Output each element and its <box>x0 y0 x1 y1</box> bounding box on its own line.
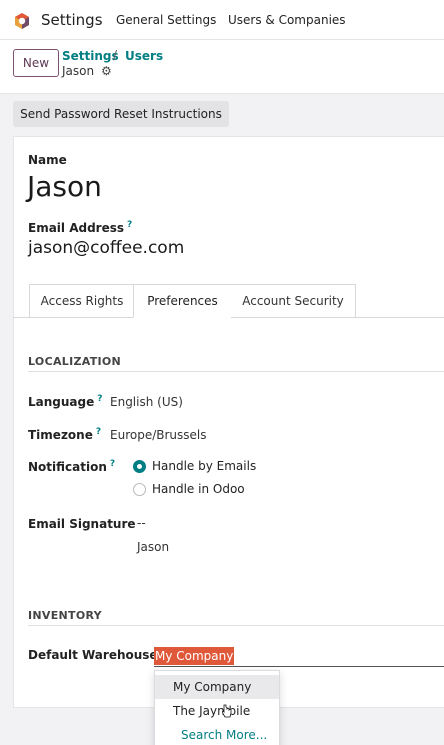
record-name: Jason <box>62 64 95 78</box>
email-help-icon[interactable]: ? <box>127 220 132 230</box>
radio-handle-in-odoo[interactable] <box>133 483 146 496</box>
timezone-help-icon[interactable]: ? <box>96 427 101 437</box>
localization-heading: LOCALIZATION <box>28 355 122 368</box>
breadcrumb-settings[interactable]: Settings <box>62 49 119 63</box>
tab-account-security[interactable]: Account Security <box>231 284 356 318</box>
inventory-divider <box>28 625 444 626</box>
language-help-icon[interactable]: ? <box>97 394 102 404</box>
send-password-reset-button[interactable]: Send Password Reset Instructions <box>13 101 229 127</box>
name-field[interactable]: Jason <box>27 170 102 203</box>
dropdown-search-more[interactable]: Search More... <box>155 723 279 745</box>
email-signature-line-2[interactable]: Jason <box>137 540 169 554</box>
gear-icon[interactable]: ⚙ <box>101 64 112 78</box>
radio-handle-by-emails[interactable] <box>133 460 146 473</box>
app-logo-icon[interactable] <box>13 12 31 30</box>
email-label: Email Address? <box>28 220 132 235</box>
timezone-field[interactable]: Europe/Brussels <box>110 428 207 442</box>
email-signature-line-1[interactable]: -- <box>137 516 146 530</box>
default-warehouse-underline <box>154 666 444 667</box>
name-label: Name <box>28 153 67 167</box>
new-button[interactable]: New <box>13 49 59 77</box>
app-title[interactable]: Settings <box>41 11 103 29</box>
action-bar: Send Password Reset Instructions <box>0 94 444 134</box>
tab-preferences[interactable]: Preferences <box>133 284 232 318</box>
language-field[interactable]: English (US) <box>110 395 183 409</box>
breadcrumb-users[interactable]: Users <box>125 49 163 63</box>
tab-access-rights[interactable]: Access Rights <box>29 284 134 318</box>
notification-label-text: Notification <box>28 460 107 474</box>
email-label-text: Email Address <box>28 221 125 235</box>
top-navbar: Settings General Settings Users & Compan… <box>0 0 444 40</box>
warehouse-autocomplete-dropdown: My Company The Jayn bile Search More... <box>154 670 280 745</box>
language-label: Language? <box>28 394 102 409</box>
menu-users-companies[interactable]: Users & Companies <box>228 13 346 27</box>
timezone-label-text: Timezone <box>28 428 93 442</box>
control-panel: New Settings / Users Jason ⚙ <box>0 40 444 94</box>
menu-general-settings[interactable]: General Settings <box>116 13 216 27</box>
language-label-text: Language <box>28 395 95 409</box>
notification-help-icon[interactable]: ? <box>110 459 115 469</box>
dropdown-option-my-company[interactable]: My Company <box>155 675 279 699</box>
localization-divider <box>28 371 444 372</box>
breadcrumb-separator: / <box>113 48 118 62</box>
radio-label-handle-in-odoo[interactable]: Handle in Odoo <box>152 482 245 496</box>
email-field[interactable]: jason@coffee.com <box>28 238 184 258</box>
dropdown-option-second[interactable]: The Jayn bile <box>155 699 279 723</box>
email-signature-label: Email Signature <box>28 517 136 531</box>
inventory-heading: INVENTORY <box>28 609 102 622</box>
notification-label: Notification? <box>28 459 115 474</box>
mouse-pointer-icon <box>222 704 232 718</box>
radio-label-handle-by-emails[interactable]: Handle by Emails <box>152 459 256 473</box>
timezone-label: Timezone? <box>28 427 101 442</box>
default-warehouse-input[interactable]: My Company <box>154 647 235 665</box>
default-warehouse-label: Default Warehouse <box>28 648 158 662</box>
